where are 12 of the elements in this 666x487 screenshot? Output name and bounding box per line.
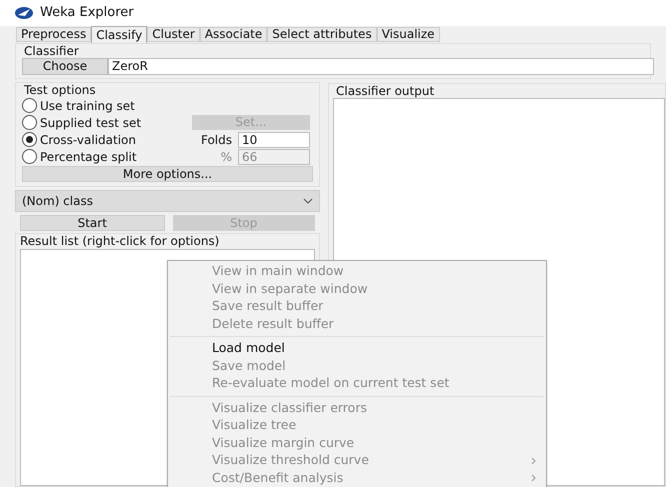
window-title: Weka Explorer bbox=[40, 4, 134, 22]
field-label: Folds bbox=[200, 132, 233, 148]
dropdown-value: (Nom) class bbox=[22, 193, 93, 210]
radio-label: Supplied test set bbox=[40, 114, 142, 132]
group-title: Classifier output bbox=[336, 84, 436, 98]
group-title: Classifier bbox=[24, 44, 80, 58]
group-title: Test options bbox=[24, 83, 97, 97]
group-title: Result list (right-click for options) bbox=[20, 234, 220, 248]
radio-label: Use training set bbox=[40, 98, 135, 114]
radio-label: Percentage split bbox=[40, 148, 137, 166]
radio-label: Cross-validation bbox=[40, 132, 136, 148]
field-label: % bbox=[220, 148, 233, 166]
